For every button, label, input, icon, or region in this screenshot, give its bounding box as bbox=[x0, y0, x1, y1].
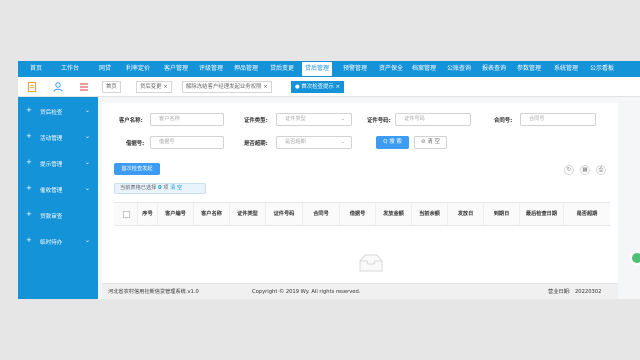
plus-icon: + bbox=[26, 210, 32, 218]
id-type-select[interactable]: 证件类型 ⌄ bbox=[276, 113, 352, 126]
empty-box-icon bbox=[359, 254, 383, 272]
col-header[interactable]: 客户名称 bbox=[194, 203, 230, 225]
id-type-label: 证件类型: bbox=[244, 118, 268, 124]
plus-icon: + bbox=[26, 184, 32, 192]
tab-first-check-reminder[interactable]: ● 首次检查提示 × bbox=[291, 81, 345, 93]
tab-post-loan-change[interactable]: 贷后变更 × bbox=[136, 81, 172, 93]
nav-public-board[interactable]: 公示看板 bbox=[590, 61, 614, 77]
table-header: 序号 客户编号 客户名称 证件类型 证件号码 合同号 借据号 发放金额 当前余额… bbox=[114, 202, 610, 226]
business-date: 20220302 bbox=[575, 289, 602, 295]
search-button[interactable]: Q 搜 索 bbox=[376, 136, 409, 149]
sidebar: + 贷后检查 ⌄ + 活动管理 ⌄ + 提示管理 ⌄ + 催收管理 ⌄ + 贷款… bbox=[18, 77, 98, 299]
print-icon[interactable]: ⎙ bbox=[596, 165, 606, 175]
selection-info: 当前表格已选择 0 项 清 空 bbox=[114, 183, 206, 194]
sidebar-item-reminder-mgmt[interactable]: + 提示管理 ⌄ bbox=[18, 150, 98, 176]
chevron-down-icon: ⌄ bbox=[85, 159, 91, 166]
contract-label: 合同号: bbox=[494, 118, 513, 124]
receipt-input[interactable]: 借据号 bbox=[150, 136, 224, 149]
sidebar-item-collection-mgmt[interactable]: + 催收管理 ⌄ bbox=[18, 176, 98, 202]
chevron-down-icon: ⌄ bbox=[340, 139, 345, 145]
overdue-label: 是否超期: bbox=[244, 141, 268, 147]
nav-home[interactable]: 首页 bbox=[30, 61, 42, 77]
plus-icon: + bbox=[26, 158, 32, 166]
nav-rating-mgmt[interactable]: 评级管理 bbox=[199, 61, 223, 77]
sidebar-item-activity-mgmt[interactable]: + 活动管理 ⌄ bbox=[18, 124, 98, 150]
clear-selection-link[interactable]: 清 空 bbox=[170, 185, 182, 191]
list-icon[interactable] bbox=[78, 81, 90, 93]
chevron-down-icon: ⌄ bbox=[85, 237, 91, 244]
tab-unfreeze-permission[interactable]: 解除冻结客户经理发起业务权限 × bbox=[182, 81, 272, 93]
col-header[interactable]: 发放日 bbox=[448, 203, 484, 225]
col-header[interactable]: 是否超期 bbox=[564, 203, 610, 225]
col-header[interactable]: 证件类型 bbox=[230, 203, 266, 225]
system-name: 河北省农村信用社新信贷管理系统.v1.0 bbox=[108, 289, 199, 295]
id-number-label: 证件号码: bbox=[367, 118, 391, 124]
close-icon[interactable]: × bbox=[263, 84, 268, 90]
col-header[interactable]: 到期日 bbox=[484, 203, 520, 225]
nav-archive-mgmt[interactable]: 档案管理 bbox=[412, 61, 436, 77]
plus-icon: + bbox=[26, 132, 32, 140]
col-header[interactable]: 最后检查日期 bbox=[520, 203, 564, 225]
grid-icon[interactable]: ▦ bbox=[580, 165, 590, 175]
sidebar-item-post-loan-check[interactable]: + 贷后检查 ⌄ bbox=[18, 98, 98, 124]
nav-asset-preservation[interactable]: 资产保全 bbox=[379, 61, 403, 77]
id-number-input[interactable]: 证件号码 bbox=[395, 113, 471, 126]
nav-rate-pricing[interactable]: 利率定价 bbox=[126, 61, 150, 77]
select-all-cell bbox=[114, 203, 138, 225]
copyright: Copyright © 2019 Wy. All rights reserved… bbox=[252, 289, 361, 295]
close-icon[interactable]: × bbox=[163, 84, 168, 90]
col-header[interactable]: 合同号 bbox=[303, 203, 340, 225]
close-icon[interactable]: × bbox=[335, 84, 340, 90]
col-header[interactable]: 客户编号 bbox=[158, 203, 194, 225]
reset-button[interactable]: ⊘ 清 空 bbox=[414, 136, 447, 149]
chevron-down-icon: ⌄ bbox=[340, 116, 345, 122]
nav-system-mgmt[interactable]: 系统管理 bbox=[554, 61, 578, 77]
nav-collateral-mgmt[interactable]: 押品管理 bbox=[234, 61, 258, 77]
col-header[interactable]: 借据号 bbox=[340, 203, 376, 225]
chevron-down-icon: ⌄ bbox=[85, 133, 91, 140]
nav-workbench[interactable]: 工作台 bbox=[61, 61, 79, 77]
plus-icon: + bbox=[26, 106, 32, 114]
receipt-label: 借据号: bbox=[126, 141, 145, 147]
customer-name-input[interactable]: 客户名称 bbox=[150, 113, 224, 126]
tab-bar: 首页 贷后变更 × 解除冻结客户经理发起业务权限 × ● 首次检查提示 × bbox=[98, 77, 640, 97]
footer: 河北省农村信用社新信贷管理系统.v1.0 Copyright © 2019 Wy… bbox=[102, 283, 618, 299]
nav-account-query[interactable]: 公账查询 bbox=[447, 61, 471, 77]
user-icon[interactable] bbox=[52, 81, 64, 93]
nav-customer-mgmt[interactable]: 客户管理 bbox=[164, 61, 188, 77]
select-all-checkbox[interactable] bbox=[123, 211, 130, 218]
app-window: 首页 工作台 网贷 利率定价 客户管理 评级管理 押品管理 贷后变更 贷后管理 … bbox=[18, 61, 640, 299]
business-date-label: 营业日期: bbox=[548, 289, 571, 295]
first-check-launch-button[interactable]: 首次检查发起 bbox=[114, 163, 160, 175]
nav-warning-mgmt[interactable]: 预警管理 bbox=[343, 61, 367, 77]
col-header[interactable]: 序号 bbox=[138, 203, 158, 225]
sidebar-item-loan-review[interactable]: + 贷款审查 bbox=[18, 202, 98, 228]
col-header[interactable]: 当前余额 bbox=[412, 203, 448, 225]
nav-report-query[interactable]: 报表查询 bbox=[482, 61, 506, 77]
nav-param-mgmt[interactable]: 参数管理 bbox=[517, 61, 541, 77]
sidebar-item-temp-todo[interactable]: + 临时待办 ⌄ bbox=[18, 228, 98, 254]
customer-name-label: 客户名称: bbox=[119, 118, 143, 124]
plus-icon: + bbox=[26, 236, 32, 244]
overdue-select[interactable]: 是否超期 ⌄ bbox=[276, 136, 352, 149]
drag-handle[interactable] bbox=[630, 251, 640, 265]
selection-count: 0 bbox=[157, 185, 162, 191]
contract-input[interactable]: 合同号 bbox=[520, 113, 596, 126]
col-header[interactable]: 发放金额 bbox=[376, 203, 412, 225]
nav-post-loan-change[interactable]: 贷后变更 bbox=[270, 61, 294, 77]
nav-post-loan-mgmt[interactable]: 贷后管理 bbox=[302, 62, 333, 76]
top-nav: 首页 工作台 网贷 利率定价 客户管理 评级管理 押品管理 贷后变更 贷后管理 … bbox=[18, 61, 640, 77]
refresh-icon[interactable]: ↻ bbox=[564, 165, 574, 175]
nav-online-loan[interactable]: 网贷 bbox=[99, 61, 111, 77]
tab-home[interactable]: 首页 bbox=[102, 81, 121, 93]
document-icon[interactable] bbox=[26, 81, 38, 93]
chevron-down-icon: ⌄ bbox=[85, 185, 91, 192]
sidebar-quick-icons bbox=[18, 77, 98, 97]
main-panel: 客户名称: 客户名称 证件类型: 证件类型 ⌄ 证件号码: 证件号码 合同号: … bbox=[102, 103, 618, 299]
col-header[interactable]: 证件号码 bbox=[266, 203, 303, 225]
chevron-down-icon: ⌄ bbox=[85, 107, 91, 114]
